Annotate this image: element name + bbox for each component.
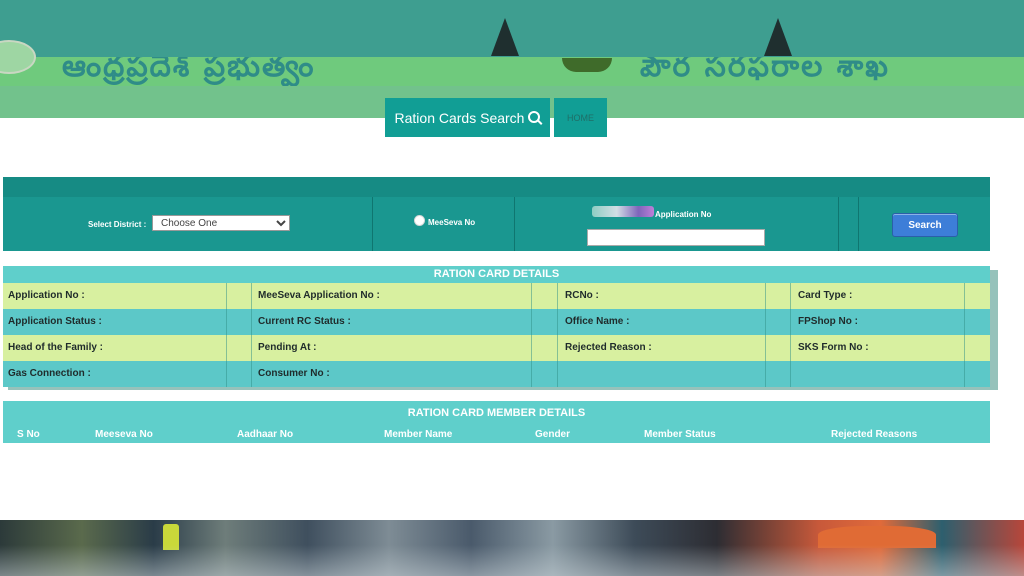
- meeseva-application-no-field: MeeSeva Application No :: [258, 290, 380, 301]
- details-row: Gas Connection : Consumer No :: [3, 361, 990, 387]
- search-panel: Select District :: [3, 177, 990, 251]
- home-label: HOME: [567, 112, 594, 123]
- emblem-base-icon: [562, 58, 612, 72]
- tower-icon: [764, 18, 792, 56]
- header-title-left: ఆంధ్రప్రదేశ్ ప్రభుత్వం: [62, 57, 316, 84]
- search-button[interactable]: Search: [892, 213, 958, 237]
- district-label: Select District :: [88, 220, 147, 229]
- col-rejected-reasons: Rejected Reasons: [831, 429, 918, 440]
- col-s-no: S No: [17, 429, 40, 440]
- table-divider: [557, 283, 558, 387]
- meeseva-label: MeeSeva No: [428, 218, 476, 227]
- search-icon: [528, 110, 541, 123]
- details-row: Head of the Family : Pending At : Reject…: [3, 335, 990, 361]
- member-details-title: RATION CARD MEMBER DETAILS: [3, 401, 990, 426]
- photo-strip-glow: [0, 545, 1024, 576]
- ration-cards-search-label: Ration Cards Search: [394, 109, 525, 126]
- card-type-field: Card Type :: [798, 290, 853, 301]
- col-member-status: Member Status: [644, 429, 716, 440]
- rc-no-field: RCNo :: [565, 290, 599, 301]
- table-divider: [765, 283, 766, 387]
- office-name-field: Office Name :: [565, 316, 630, 327]
- search-panel-header: [3, 177, 990, 197]
- ration-cards-search-button[interactable]: Ration Cards Search: [385, 98, 550, 137]
- current-rc-status-field: Current RC Status :: [258, 316, 351, 327]
- meeseva-radio[interactable]: [414, 215, 425, 226]
- table-divider: [964, 283, 965, 387]
- panel-divider: [514, 197, 515, 251]
- details-row: Application No : MeeSeva Application No …: [3, 283, 990, 309]
- application-no-field: Application No :: [8, 290, 85, 301]
- home-button[interactable]: HOME: [554, 98, 607, 137]
- consumer-no-field: Consumer No :: [258, 368, 330, 379]
- panel-divider: [858, 197, 859, 251]
- tower-icon: [491, 18, 519, 56]
- district-select[interactable]: Choose One: [152, 215, 290, 231]
- fp-shop-no-field: FPShop No :: [798, 316, 858, 327]
- table-divider: [531, 283, 532, 387]
- table-divider: [251, 283, 252, 387]
- header-banner: ఆంధ్రప్రదేశ్ ప్రభుత్వం పౌర సరఫరాల శాఖ: [0, 57, 1024, 86]
- col-aadhaar-no: Aadhaar No: [237, 429, 294, 440]
- rejected-reason-field: Rejected Reason :: [565, 342, 652, 353]
- member-columns-header: S No Meeseva No Aadhaar No Member Name G…: [3, 426, 990, 443]
- header-title-right: పౌర సరఫరాల శాఖ: [640, 57, 890, 84]
- application-status-field: Application Status :: [8, 316, 102, 327]
- application-no-label: Application No: [655, 210, 712, 219]
- sks-form-no-field: SKS Form No :: [798, 342, 869, 353]
- pending-at-field: Pending At :: [258, 342, 317, 353]
- table-divider: [226, 283, 227, 387]
- table-divider: [790, 283, 791, 387]
- gas-connection-field: Gas Connection :: [8, 368, 91, 379]
- col-meeseva-no: Meeseva No: [95, 429, 153, 440]
- details-row: Application Status : Current RC Status :…: [3, 309, 990, 335]
- head-of-family-field: Head of the Family :: [8, 342, 104, 353]
- panel-divider: [838, 197, 839, 251]
- application-no-input[interactable]: [587, 229, 765, 246]
- application-radio-scribble[interactable]: [592, 206, 654, 217]
- col-member-name: Member Name: [384, 429, 453, 440]
- panel-divider: [372, 197, 373, 251]
- col-gender: Gender: [535, 429, 571, 440]
- ration-card-details-title: RATION CARD DETAILS: [3, 266, 990, 283]
